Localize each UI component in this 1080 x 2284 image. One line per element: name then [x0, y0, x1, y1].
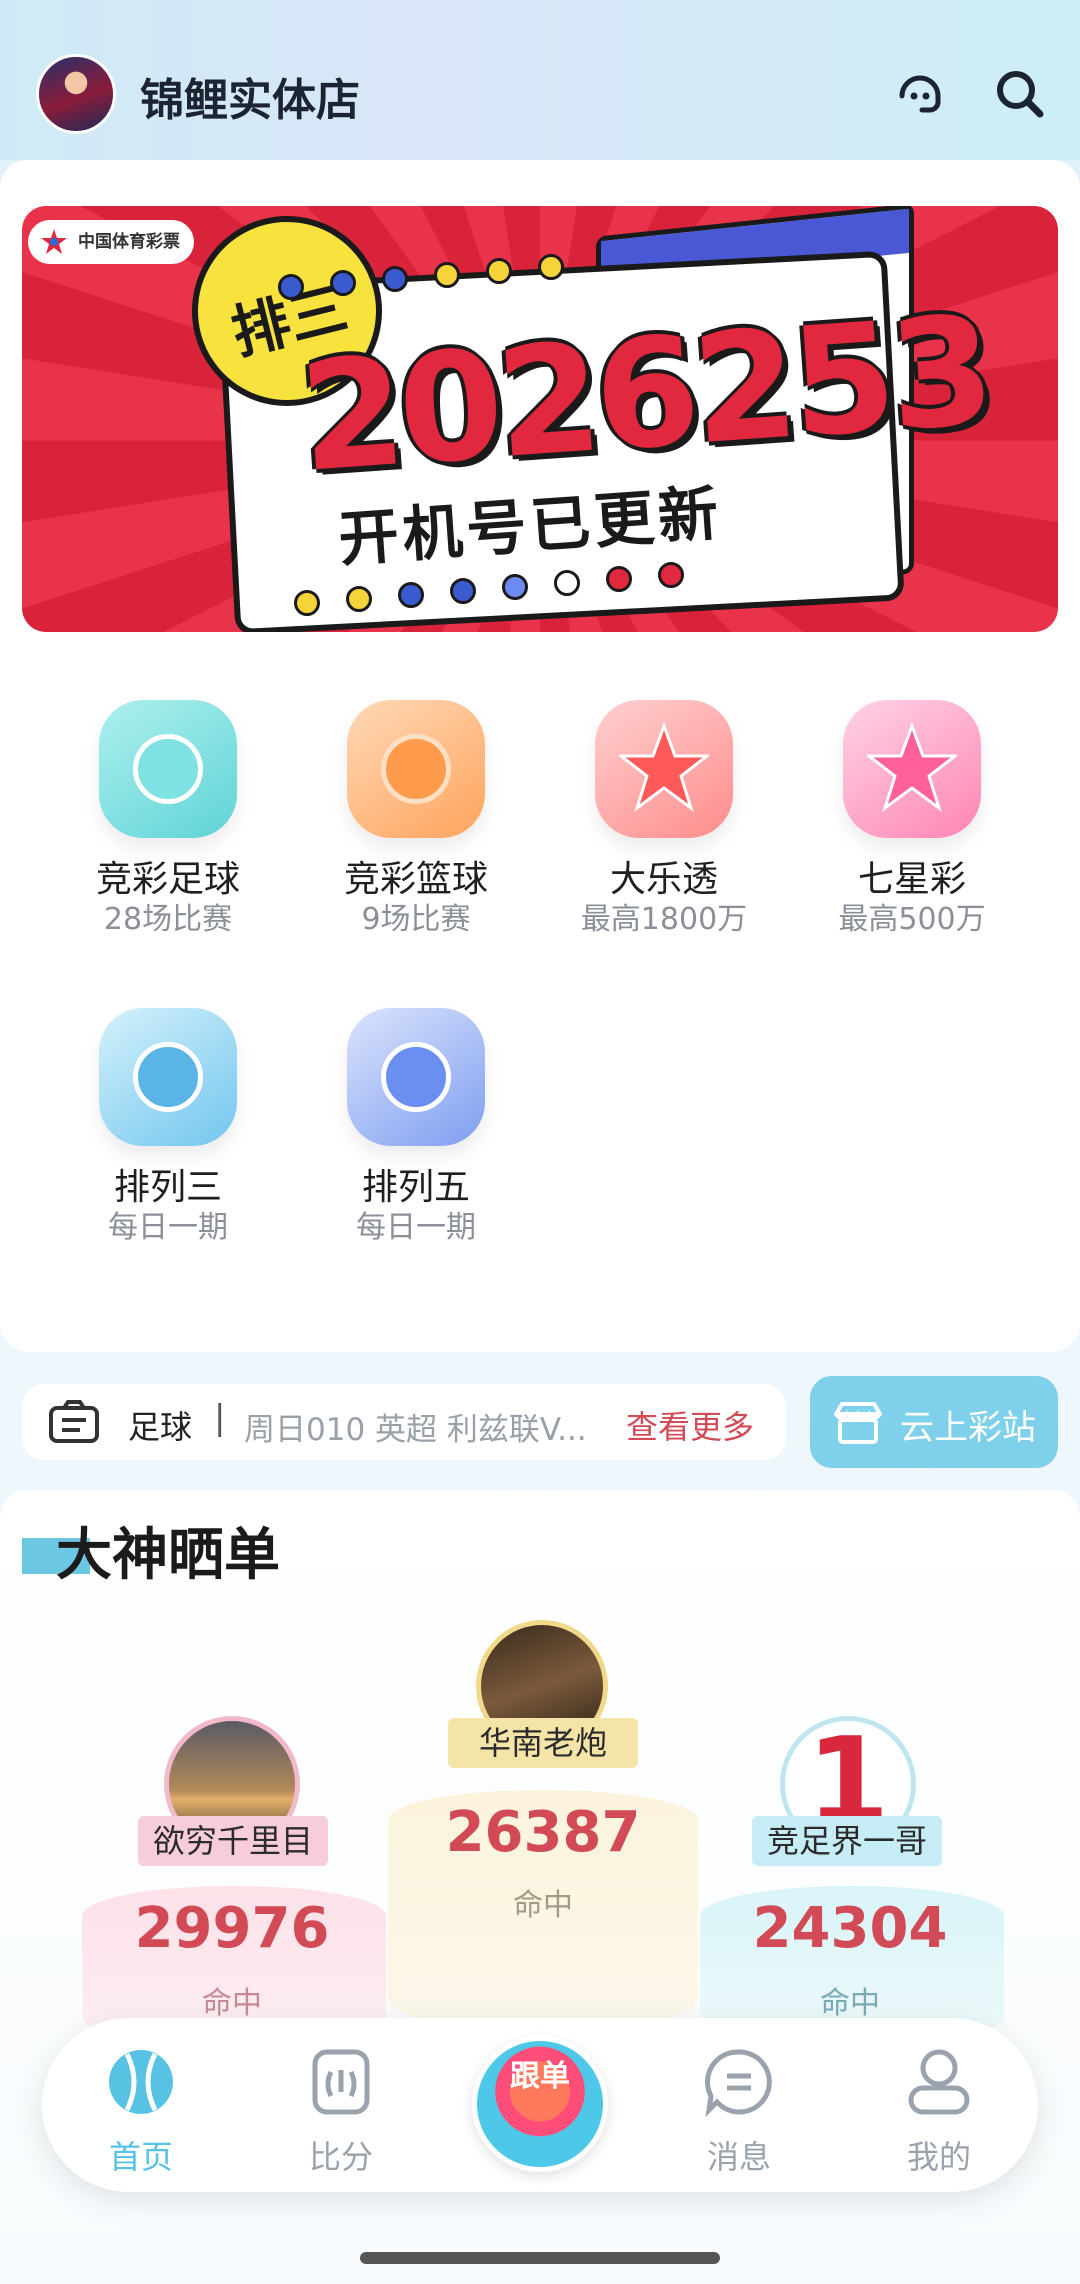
- leader-name: 竞足界一哥: [752, 1816, 942, 1866]
- score-icon: [312, 2049, 370, 2115]
- nav-label: 比分: [308, 2138, 373, 2176]
- daletou-star-icon: [595, 700, 733, 838]
- customer-service-icon[interactable]: [892, 66, 948, 122]
- banner-dot: [330, 270, 356, 296]
- app-header: 锦鲤实体店: [0, 0, 1080, 160]
- ticker-category: 足球: [128, 1408, 193, 1446]
- basketball-icon: [347, 700, 485, 838]
- game-sub: 最高500万: [838, 902, 986, 937]
- hit-label: 命中: [202, 1986, 262, 2021]
- nav-label: 我的: [906, 2138, 971, 2176]
- leader-hits: 26387: [445, 1800, 641, 1865]
- banner-dot: [382, 266, 408, 292]
- game-jingcai-basketball[interactable]: 竞彩篮球 9场比赛: [306, 700, 526, 937]
- cloud-station-button[interactable]: 云上彩站: [810, 1376, 1058, 1468]
- follow-label: 跟单: [510, 2059, 570, 2094]
- game-sub: 28场比赛: [103, 902, 233, 937]
- game-daletou[interactable]: 大乐透 最高1800万: [554, 700, 774, 937]
- nav-home[interactable]: 首页: [56, 2018, 226, 2192]
- game-sub: 9场比赛: [361, 902, 471, 937]
- home-indicator[interactable]: [360, 2252, 720, 2264]
- follow-mascot-button[interactable]: 跟单: [472, 2036, 608, 2172]
- store-name: 锦鲤实体店: [140, 75, 360, 126]
- ticker-more-link[interactable]: 查看更多: [626, 1402, 754, 1448]
- qixingcai-star-icon: [843, 700, 981, 838]
- news-ticker[interactable]: 足球 | 周日010 英超 利兹联V... 查看更多: [22, 1384, 786, 1460]
- store-icon: [834, 1402, 882, 1444]
- home-ball-icon: [109, 2050, 173, 2114]
- nav-label: 首页: [108, 2138, 173, 2176]
- banner-dot: [554, 570, 580, 596]
- game-sub: 最高1800万: [580, 902, 748, 937]
- game-sub: 每日一期: [356, 1210, 476, 1245]
- banner-dot: [294, 590, 320, 616]
- football-icon: [99, 700, 237, 838]
- leader-name: 欲穷千里目: [138, 1816, 328, 1866]
- leader-hits: 24304: [752, 1896, 948, 1961]
- promo-banner[interactable]: 中国体育彩票 排三 2026253 开机号已更新: [22, 206, 1058, 632]
- profile-icon: [908, 2049, 970, 2115]
- store-avatar[interactable]: [36, 54, 116, 134]
- nav-profile[interactable]: 我的: [854, 2018, 1024, 2192]
- share-title: 大神晒单: [56, 1523, 280, 1588]
- banner-dot: [486, 258, 512, 284]
- banner-dot: [502, 574, 528, 600]
- banner-dot: [606, 566, 632, 592]
- message-icon: [705, 2049, 772, 2118]
- banner-dot: [398, 582, 424, 608]
- game-pailie3[interactable]: 排列三 每日一期: [58, 1008, 278, 1245]
- nav-messages[interactable]: 消息: [654, 2018, 824, 2192]
- nav-label: 消息: [706, 2138, 771, 2176]
- search-icon[interactable]: [992, 66, 1048, 122]
- leader-name: 华南老炮: [448, 1718, 638, 1768]
- lottery-badge: 中国体育彩票: [28, 220, 194, 264]
- cloud-station-label: 云上彩站: [900, 1408, 1036, 1448]
- pailie3-ball-icon: [99, 1008, 237, 1146]
- lottery-logo-icon: [41, 229, 67, 254]
- notice-icon: [49, 1400, 99, 1443]
- nav-score[interactable]: 比分: [256, 2018, 426, 2192]
- hit-label: 命中: [513, 1888, 573, 1923]
- hit-label: 命中: [820, 1986, 880, 2021]
- banner-dot: [450, 578, 476, 604]
- leader-hits: 29976: [134, 1896, 330, 1961]
- banner-dot: [658, 562, 684, 588]
- ticker-separator: |: [214, 1398, 226, 1438]
- game-jingcai-football[interactable]: 竞彩足球 28场比赛: [58, 700, 278, 937]
- game-sub: 每日一期: [108, 1210, 228, 1245]
- banner-dot: [538, 254, 564, 280]
- banner-dot: [346, 586, 372, 612]
- game-pailie5[interactable]: 排列五 每日一期: [306, 1008, 526, 1245]
- banner-dot: [434, 262, 460, 288]
- game-qixingcai[interactable]: 七星彩 最高500万: [802, 700, 1022, 937]
- pailie5-ball-icon: [347, 1008, 485, 1146]
- ticker-text: 周日010 英超 利兹联V...: [244, 1412, 587, 1448]
- banner-dot: [278, 274, 304, 300]
